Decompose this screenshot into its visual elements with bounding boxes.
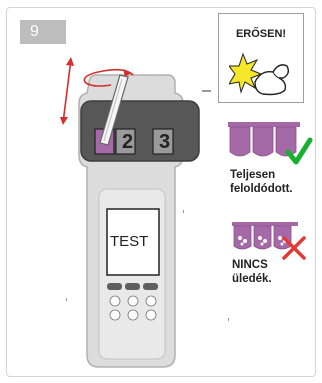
- dissolved-label-line1: Teljesen: [230, 169, 276, 181]
- speck: [228, 318, 229, 321]
- slot-3-number: 3: [159, 131, 171, 153]
- residue-label-line1: NINCS: [232, 259, 268, 271]
- device-screen-text: TEST: [110, 233, 149, 250]
- dissolved-cells-illustration: [228, 122, 313, 165]
- slot-2-number: 2: [122, 131, 134, 153]
- strength-warning-title: ERŐSEN!: [235, 28, 287, 40]
- residue-label: NINCS üledék.: [232, 258, 272, 286]
- flexed-arm-strength-icon: [229, 52, 290, 96]
- speck: [66, 298, 67, 301]
- motion-arrows-icon: [60, 57, 134, 125]
- dissolved-label: Teljesen feloldódott.: [230, 168, 293, 196]
- speck: [183, 210, 184, 213]
- separator-dash: [202, 90, 211, 92]
- strength-warning-box: ERŐSEN!: [218, 13, 304, 103]
- residue-label-line2: üledék.: [232, 273, 272, 285]
- step-number-badge: 9: [20, 20, 66, 44]
- dissolved-label-line2: feloldódott.: [230, 183, 293, 195]
